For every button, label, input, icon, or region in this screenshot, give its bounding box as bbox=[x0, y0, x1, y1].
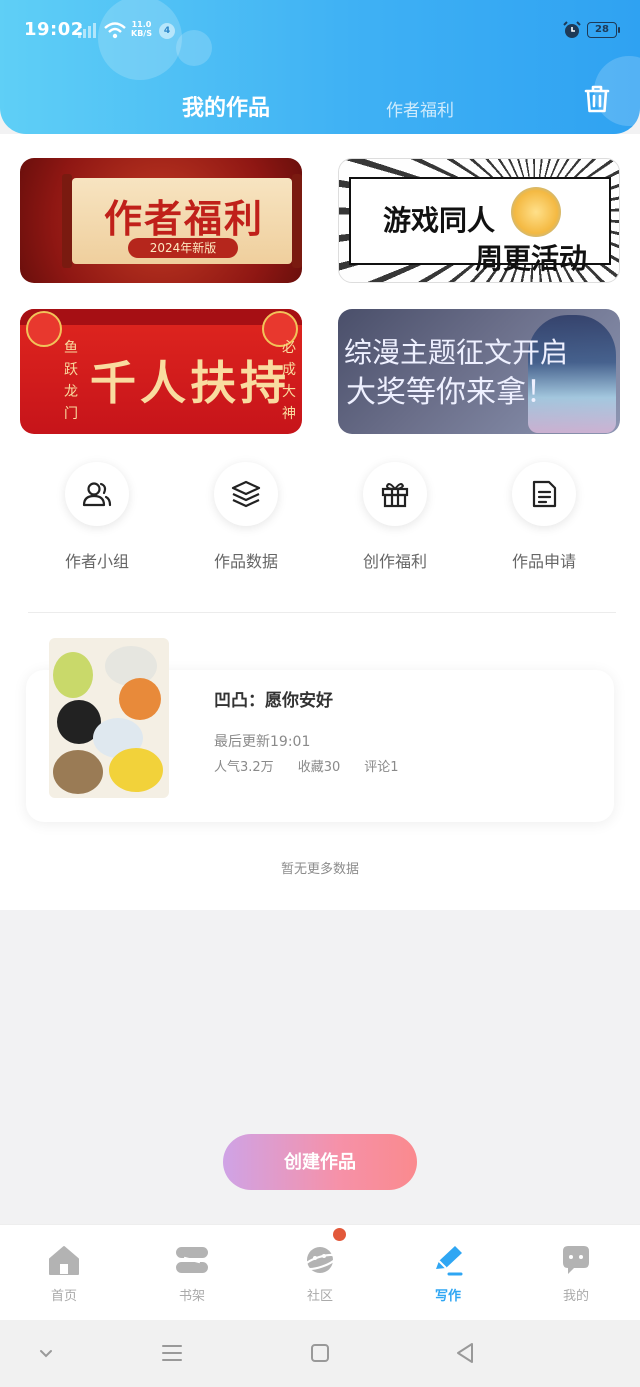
banner-thousand-support[interactable]: 鱼跃龙门 千人扶持 必成大神 bbox=[20, 309, 302, 434]
header: 19:02 x 11.0 KB/S 4 28 我的作品 作者福利 bbox=[0, 0, 640, 134]
bottom-nav: 首页 书架 社区 写作 我的 bbox=[0, 1224, 640, 1320]
quick-author-group[interactable]: 作者小组 bbox=[37, 462, 157, 572]
nav-item-mine[interactable]: 我的 bbox=[512, 1225, 640, 1321]
banner-line-1: 游戏同人 bbox=[383, 204, 496, 237]
work-popularity: 人气3.2万 bbox=[214, 760, 274, 775]
banner-right-couplet: 必成大神 bbox=[282, 340, 296, 422]
net-speed-unit: KB/S bbox=[131, 29, 152, 38]
banner-title: 作者福利 bbox=[103, 197, 264, 241]
nav-label: 写作 bbox=[434, 1289, 461, 1304]
nav-label: 书架 bbox=[178, 1289, 205, 1304]
bookshelf-icon bbox=[176, 1247, 208, 1273]
pen-icon bbox=[436, 1246, 463, 1276]
chat-bubble-icon bbox=[563, 1246, 589, 1274]
notification-count-badge: 4 bbox=[159, 23, 175, 39]
alarm-icon bbox=[563, 21, 581, 38]
nav-item-home[interactable]: 首页 bbox=[0, 1225, 128, 1321]
work-last-updated: 最后更新19:01 bbox=[214, 734, 311, 750]
banner-anime-contest[interactable]: 综漫主题征文开启 大奖等你来拿！ bbox=[338, 309, 620, 434]
character-illustration bbox=[511, 187, 561, 237]
users-icon bbox=[82, 482, 112, 507]
gift-icon bbox=[381, 483, 409, 508]
quick-label: 作品申请 bbox=[511, 552, 576, 571]
nav-label: 社区 bbox=[306, 1289, 333, 1304]
layers-icon bbox=[231, 480, 261, 508]
status-time: 19:02 bbox=[24, 19, 84, 40]
home-square-icon[interactable] bbox=[305, 1338, 335, 1368]
cover-art-shape bbox=[53, 750, 103, 794]
signal-icon: x bbox=[78, 22, 96, 38]
home-icon bbox=[49, 1246, 79, 1275]
quick-icon-circle bbox=[214, 462, 278, 526]
nav-item-bookshelf[interactable]: 书架 bbox=[128, 1225, 256, 1321]
planet-icon bbox=[303, 1247, 337, 1273]
quick-label: 创作福利 bbox=[362, 552, 427, 571]
svg-text:x: x bbox=[78, 22, 82, 30]
banner-line-2: 大奖等你来拿！ bbox=[346, 375, 556, 410]
curtain-decor bbox=[20, 309, 302, 325]
community-notification-dot bbox=[333, 1228, 346, 1241]
system-nav-bar bbox=[0, 1320, 640, 1387]
quick-label: 作品数据 bbox=[213, 552, 278, 571]
quick-icon-circle bbox=[512, 462, 576, 526]
net-speed: 11.0 KB/S bbox=[131, 20, 152, 38]
net-speed-value: 11.0 bbox=[131, 20, 152, 29]
back-triangle-icon[interactable] bbox=[450, 1338, 480, 1368]
document-icon bbox=[532, 480, 557, 508]
trash-icon[interactable] bbox=[580, 82, 614, 116]
quick-icon-circle bbox=[363, 462, 427, 526]
banner-subtitle: 2024年新版 bbox=[128, 238, 238, 258]
banner-left-couplet: 鱼跃龙门 bbox=[64, 340, 78, 422]
quick-icon-circle bbox=[65, 462, 129, 526]
work-favorites: 收藏30 bbox=[297, 760, 341, 775]
chevron-down-icon[interactable] bbox=[31, 1338, 61, 1368]
section-divider bbox=[28, 612, 616, 613]
nav-label: 我的 bbox=[562, 1289, 589, 1304]
tab-author-benefits[interactable]: 作者福利 bbox=[386, 96, 454, 121]
quick-label: 作者小组 bbox=[64, 552, 129, 571]
work-comments: 评论1 bbox=[364, 760, 399, 775]
banner-title: 千人扶持 bbox=[90, 356, 290, 410]
banner-author-benefits[interactable]: 作者福利 2024年新版 bbox=[20, 158, 302, 283]
banner-line-1: 综漫主题征文开启 bbox=[344, 336, 569, 369]
work-cover-image[interactable] bbox=[49, 638, 169, 798]
banner-game-fanfic[interactable]: 游戏同人 周更活动 bbox=[338, 158, 620, 283]
tab-my-works[interactable]: 我的作品 bbox=[182, 90, 270, 122]
lantern-icon bbox=[26, 311, 62, 347]
quick-creation-benefits[interactable]: 创作福利 bbox=[335, 462, 455, 572]
list-end-text: 暂无更多数据 bbox=[280, 862, 359, 877]
menu-icon[interactable] bbox=[157, 1338, 187, 1368]
quick-works-data[interactable]: 作品数据 bbox=[186, 462, 306, 572]
create-work-button[interactable]: 创建作品 bbox=[223, 1134, 417, 1190]
cover-art-shape bbox=[53, 652, 93, 698]
work-title[interactable]: 凹凸：愿你安好 bbox=[214, 686, 333, 711]
work-stats: 人气3.2万 收藏30 评论1 bbox=[214, 756, 423, 775]
quick-works-application[interactable]: 作品申请 bbox=[484, 462, 604, 572]
nav-label: 首页 bbox=[50, 1289, 77, 1304]
battery-indicator: 28 bbox=[587, 22, 620, 38]
cover-art-shape bbox=[119, 678, 161, 720]
nav-item-community[interactable]: 社区 bbox=[256, 1225, 384, 1321]
status-bar: 19:02 x 11.0 KB/S 4 28 bbox=[0, 0, 640, 60]
wifi-icon bbox=[104, 22, 126, 39]
cover-art-shape bbox=[109, 748, 163, 792]
banner-line-2: 周更活动 bbox=[475, 242, 588, 275]
nav-item-writing[interactable]: 写作 bbox=[384, 1225, 512, 1321]
